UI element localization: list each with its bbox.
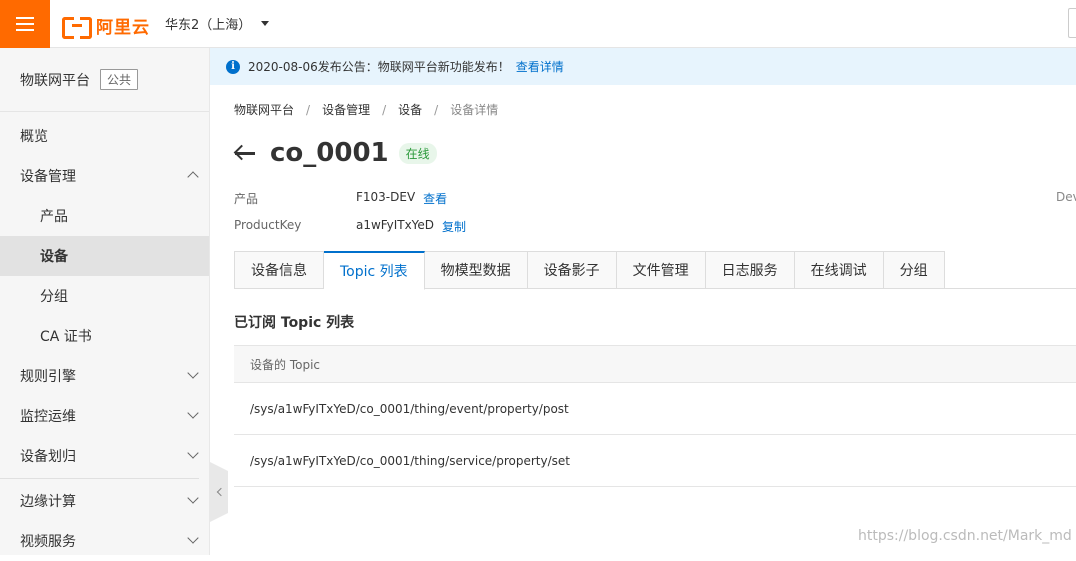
- region-selector[interactable]: 华东2（上海）: [165, 14, 270, 33]
- chevron-down-icon: [187, 367, 199, 379]
- watermark: https://blog.csdn.net/Mark_md: [858, 528, 1072, 544]
- caret-down-icon: [261, 21, 270, 26]
- tab-topic-list[interactable]: Topic 列表: [324, 251, 425, 290]
- region-label: 华东2（上海）: [165, 18, 252, 33]
- chevron-up-icon: [187, 171, 199, 183]
- logo-text: 阿里云: [96, 18, 150, 38]
- sidebar-collapse-button[interactable]: [210, 462, 228, 522]
- topic-cell: /sys/a1wFyITxYeD/co_0001/thing/event/pro…: [250, 401, 569, 416]
- sidebar-item-label: 监控运维: [20, 409, 76, 425]
- breadcrumb-separator: /: [306, 102, 311, 117]
- sidebar-item-label: 规则引擎: [20, 369, 76, 385]
- chevron-down-icon: [187, 407, 199, 419]
- column-header-topic: 设备的 Topic: [250, 357, 320, 372]
- product-info: 产品 F103-DEV 查看: [234, 190, 447, 207]
- sidebar-item-device-transfer[interactable]: 设备划归: [0, 436, 209, 476]
- aliyun-logo-icon: [62, 16, 92, 39]
- sidebar-item-label: 产品: [40, 209, 68, 225]
- tab-online-debug[interactable]: 在线调试: [794, 251, 884, 289]
- notice-text: 2020-08-06发布公告：物联网平台新功能发布！: [248, 60, 510, 74]
- table-header: 设备的 Topic: [234, 345, 1076, 383]
- tab-thing-model-data[interactable]: 物模型数据: [424, 251, 528, 289]
- breadcrumb-item[interactable]: 设备: [398, 101, 422, 118]
- chevron-down-icon: [187, 447, 199, 459]
- page-title-row: co_0001 在线: [234, 138, 437, 168]
- breadcrumb-item[interactable]: 物联网平台: [234, 101, 294, 118]
- chevron-down-icon: [187, 492, 199, 504]
- table-row: /sys/a1wFyITxYeD/co_0001/thing/event/pro…: [234, 383, 1076, 435]
- sidebar-item-overview[interactable]: 概览: [0, 116, 209, 156]
- sidebar-item-label: 设备划归: [20, 449, 76, 465]
- copy-productkey-link[interactable]: 复制: [442, 218, 466, 235]
- back-arrow-icon[interactable]: [234, 143, 256, 163]
- device-secret-label: Dev: [1056, 190, 1076, 204]
- top-bar: 阿里云 华东2（上海）: [0, 0, 1076, 48]
- sidebar-item-label: 分组: [40, 289, 68, 305]
- sidebar-item-label: 视频服务: [20, 534, 76, 550]
- sidebar-header: 物联网平台 公共: [0, 48, 209, 112]
- topic-cell: /sys/a1wFyITxYeD/co_0001/thing/service/p…: [250, 453, 570, 468]
- tab-file-management[interactable]: 文件管理: [616, 251, 706, 289]
- sidebar-item-monitoring[interactable]: 监控运维: [0, 396, 209, 436]
- breadcrumb: 物联网平台 / 设备管理 / 设备 / 设备详情: [234, 101, 498, 118]
- detail-tabs: 设备信息 Topic 列表 物模型数据 设备影子 文件管理 日志服务 在线调试 …: [234, 251, 1076, 290]
- status-badge: 在线: [398, 142, 437, 164]
- breadcrumb-item[interactable]: 设备管理: [322, 101, 370, 118]
- productkey-label: ProductKey: [234, 218, 302, 232]
- breadcrumb-current: 设备详情: [450, 103, 499, 117]
- chevron-left-icon: [216, 487, 225, 497]
- product-name: 物联网平台: [20, 72, 90, 89]
- sidebar-item-label: 设备: [40, 249, 68, 265]
- sidebar-item-group[interactable]: 分组: [0, 276, 209, 316]
- sidebar: 物联网平台 公共 概览 设备管理 产品 设备 分组 CA 证书 规则引擎 监控运…: [0, 48, 210, 555]
- sidebar-item-ca-cert[interactable]: CA 证书: [0, 316, 209, 356]
- public-badge: 公共: [100, 69, 139, 90]
- sidebar-item-video-service[interactable]: 视频服务: [0, 521, 209, 561]
- productkey-value: a1wFyITxYeD: [356, 218, 435, 232]
- sidebar-item-edge-computing[interactable]: 边缘计算: [0, 481, 209, 521]
- topic-table: 设备的 Topic /sys/a1wFyITxYeD/co_0001/thing…: [234, 345, 1076, 487]
- sidebar-item-device-management[interactable]: 设备管理: [0, 156, 209, 196]
- sidebar-divider: [0, 478, 199, 479]
- chevron-down-icon: [187, 532, 199, 544]
- sidebar-item-label: 边缘计算: [20, 494, 76, 510]
- productkey-info: ProductKey a1wFyITxYeD 复制: [234, 218, 466, 235]
- notice-details-link[interactable]: 查看详情: [516, 58, 564, 75]
- breadcrumb-separator: /: [434, 102, 439, 117]
- sidebar-item-rule-engine[interactable]: 规则引擎: [0, 356, 209, 396]
- table-row: /sys/a1wFyITxYeD/co_0001/thing/service/p…: [234, 435, 1076, 487]
- search-box[interactable]: [1068, 8, 1076, 38]
- sidebar-item-label: CA 证书: [40, 329, 92, 345]
- tab-group[interactable]: 分组: [883, 251, 945, 289]
- breadcrumb-separator: /: [382, 102, 387, 117]
- notice-banner: i 2020-08-06发布公告：物联网平台新功能发布！ 查看详情: [210, 48, 1076, 85]
- sidebar-item-label: 设备管理: [20, 169, 76, 185]
- section-title: 已订阅 Topic 列表: [234, 315, 355, 331]
- menu-icon[interactable]: [0, 0, 50, 48]
- tab-device-info[interactable]: 设备信息: [234, 251, 324, 289]
- product-label: 产品: [234, 192, 259, 206]
- sidebar-item-label: 概览: [20, 129, 48, 145]
- tab-log-service[interactable]: 日志服务: [705, 251, 795, 289]
- page-title: co_0001: [270, 138, 389, 168]
- tab-device-shadow[interactable]: 设备影子: [527, 251, 617, 289]
- info-icon: i: [226, 59, 240, 74]
- product-value: F103-DEV: [356, 190, 416, 204]
- view-product-link[interactable]: 查看: [423, 190, 447, 207]
- sidebar-item-product[interactable]: 产品: [0, 196, 209, 236]
- aliyun-logo[interactable]: 阿里云: [62, 13, 150, 39]
- sidebar-item-device[interactable]: 设备: [0, 236, 209, 276]
